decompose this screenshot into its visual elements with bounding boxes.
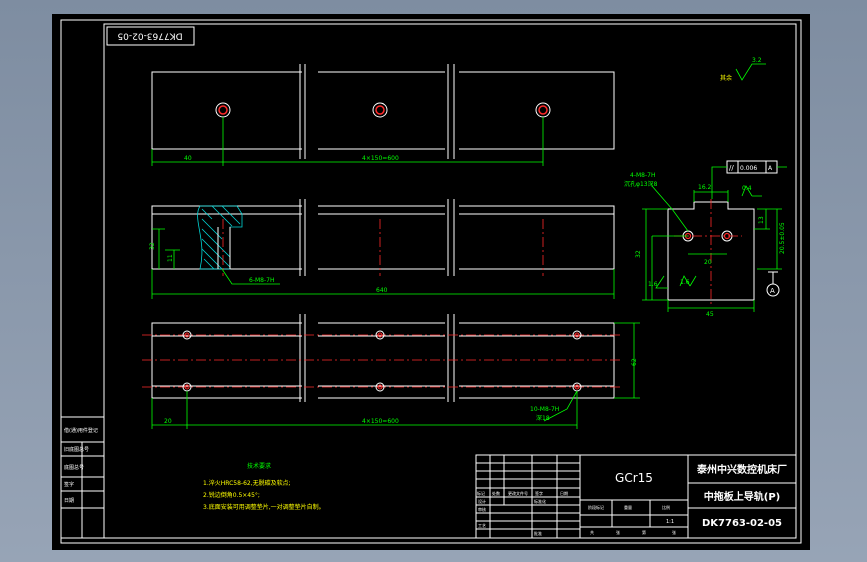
- tb-sheet-3: 张: [672, 529, 676, 535]
- tb-col-0: 标记: [477, 490, 485, 496]
- svg-text://: //: [729, 164, 734, 172]
- side-label-1: 旧底图总号: [64, 446, 89, 453]
- top-view[interactable]: 62 20 4×150=600 10-M8-7H 深18: [142, 314, 640, 429]
- tb-col-1: 处数: [492, 490, 500, 496]
- roughness-other-label: 其余: [720, 74, 732, 82]
- side-surface-value: 0.4: [742, 185, 752, 192]
- part-name: 中拖板上导轨(P): [704, 490, 780, 503]
- tb-role-2: 审核: [478, 506, 486, 512]
- front-hole-3: [535, 102, 551, 118]
- overall-roughness: 其余 3.2: [720, 57, 766, 82]
- tb-col-3: 签字: [535, 490, 543, 496]
- front-hole-1: [215, 102, 231, 118]
- technical-requirements: 技术要求 1.淬火HRC58-62,无脱碳及软点; 2.锐边倒角0.5×45°;…: [203, 462, 325, 511]
- outer-frame: [60, 19, 802, 544]
- section-view[interactable]: 32 11 6-M8-7H 640: [149, 199, 615, 299]
- top-dim-left: 20: [164, 418, 172, 425]
- engineering-drawing[interactable]: DK7763-02-05 借(通)用件登记 旧底图总号 底图总号 签字 日期 4…: [52, 14, 810, 550]
- tb-sheet-0: 共: [590, 529, 594, 535]
- company-name: 泰州中兴数控机床厂: [696, 463, 787, 476]
- front-hole-2: [372, 102, 388, 118]
- section-dim-height: 32: [149, 242, 156, 250]
- tb-role-1: 标准化: [534, 498, 546, 504]
- tb-scale-value: 1:1: [666, 519, 674, 525]
- side-dim-fit: 20.5±0.05: [779, 222, 786, 254]
- tb-scale-label: 比例: [662, 504, 670, 510]
- cad-viewport[interactable]: DK7763-02-05 借(通)用件登记 旧底图总号 底图总号 签字 日期 4…: [52, 14, 810, 550]
- side-rough-right: 1.6: [680, 279, 690, 286]
- roughness-symbol-left: [655, 275, 668, 289]
- datum-symbol: A: [766, 271, 780, 297]
- side-view[interactable]: 4-M8-7H 沉孔φ13深8 // 0.006 A 16.2 45 32 20…: [624, 160, 787, 318]
- tb-stage: 阶段标记: [588, 504, 604, 510]
- side-label-4: 日期: [64, 498, 74, 504]
- side-callout: 4-M8-7H: [630, 172, 655, 179]
- side-rough-left: 1.6: [648, 281, 658, 288]
- tb-role-0: 设计: [478, 498, 486, 504]
- tech-item-2: 2.锐边倒角0.5×45°;: [203, 491, 260, 499]
- side-dim-depth: 32: [635, 250, 642, 258]
- parallelism-frame: // 0.006 A: [711, 160, 787, 199]
- section-dim-length: 640: [376, 287, 388, 294]
- top-dim-pitch: 4×150=600: [362, 418, 399, 425]
- tech-title: 技术要求: [247, 462, 271, 470]
- side-callout-sub: 沉孔φ13深8: [624, 180, 658, 188]
- front-dim-left: 40: [184, 155, 192, 162]
- tb-sheet-2: 第: [642, 529, 646, 535]
- section-dim-inner: 11: [167, 254, 174, 262]
- front-view[interactable]: 40 4×150=600: [151, 64, 615, 166]
- tb-role-3: 工艺: [478, 523, 486, 528]
- datum-label: A: [770, 287, 775, 295]
- side-dim-inner: 20: [704, 259, 712, 266]
- tb-col-2: 更改文件号: [508, 490, 528, 496]
- tol-datum: A: [768, 165, 773, 172]
- tb-col-4: 日期: [560, 490, 568, 496]
- material-value: GCr15: [615, 471, 653, 485]
- top-callout: 10-M8-7H: [530, 406, 559, 413]
- drawing-number-stamp: DK7763-02-05: [106, 26, 195, 46]
- drawing-number: DK7763-02-05: [702, 518, 782, 529]
- roughness-value: 3.2: [752, 57, 762, 64]
- title-block: 标记 处数 更改文件号 签字 日期 设计 标准化 审核 工艺 批准 阶段标记 重…: [475, 454, 797, 539]
- section-callout: 6-M8-7H: [249, 277, 274, 284]
- side-panel: 借(通)用件登记 旧底图总号 底图总号 签字 日期: [60, 416, 105, 539]
- side-dim-top: 16.2: [698, 184, 712, 191]
- top-dim-width: 62: [631, 358, 638, 366]
- front-dim-pitch: 4×150=600: [362, 155, 399, 162]
- side-label-0: 借(通)用件登记: [64, 427, 98, 434]
- stamp-text: DK7763-02-05: [117, 31, 182, 41]
- tech-item-3: 3.底面安装可用调整垫片,一对调整垫片自制。: [203, 503, 325, 511]
- tech-item-1: 1.淬火HRC58-62,无脱碳及软点;: [203, 479, 291, 487]
- side-label-3: 签字: [64, 481, 74, 488]
- side-dim-width: 45: [706, 311, 714, 318]
- top-callout-depth: 深18: [536, 414, 550, 422]
- tb-sheet-1: 张: [616, 529, 620, 535]
- side-dim-right: 13: [758, 216, 765, 224]
- side-label-2: 底图总号: [64, 464, 84, 471]
- tb-role-4: 批准: [534, 530, 542, 536]
- top-holes: [182, 330, 582, 392]
- tol-value: 0.006: [740, 165, 757, 172]
- tb-weight: 重量: [624, 504, 632, 510]
